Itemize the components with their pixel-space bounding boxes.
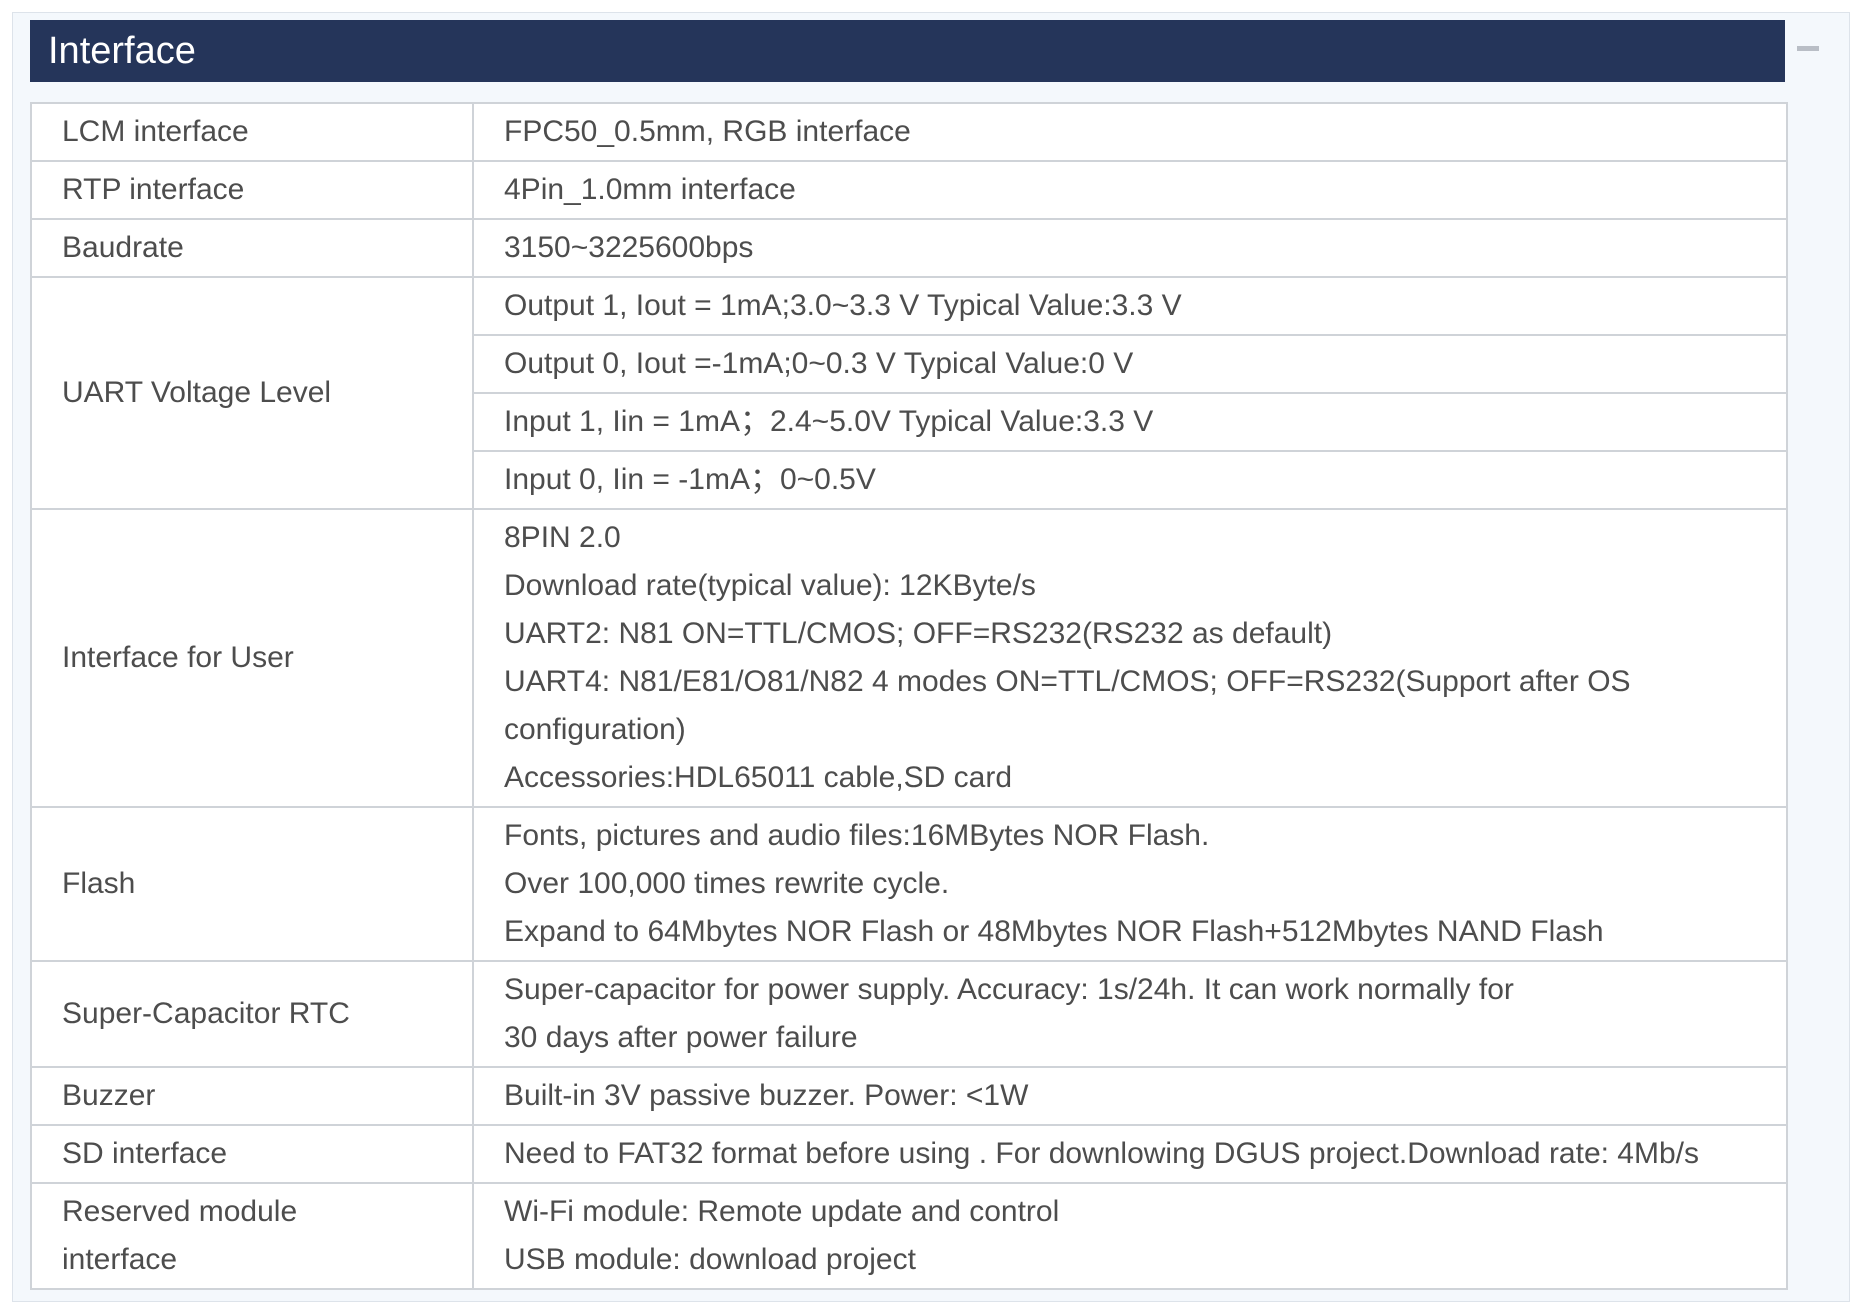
row-value: Wi-Fi module: Remote update and control … (472, 1182, 1788, 1290)
value-line: 8PIN 2.0 (504, 521, 621, 554)
table-row-buzzer: Buzzer Built-in 3V passive buzzer. Power… (30, 1066, 1788, 1126)
section-title: Interface (48, 30, 196, 72)
row-value: Input 0, Iin = -1mA；0~0.5V (472, 450, 1788, 510)
table-row-uart-voltage: UART Voltage Level Output 1, Iout = 1mA;… (30, 276, 1788, 510)
value-line: Wi-Fi module: Remote update and control (504, 1195, 1060, 1228)
table-row-lcm: LCM interface FPC50_0.5mm, RGB interface (30, 102, 1788, 162)
row-value: Fonts, pictures and audio files:16MBytes… (472, 806, 1788, 962)
value-line: Fonts, pictures and audio files:16MBytes… (504, 819, 1210, 852)
row-value: Output 1, Iout = 1mA;3.0~3.3 V Typical V… (472, 276, 1788, 336)
value-line: Super-capacitor for power supply. Accura… (504, 973, 1514, 1054)
label-line: Reserved module interface (62, 1195, 298, 1276)
row-label: UART Voltage Level (30, 276, 474, 510)
section-header: Interface (30, 20, 1785, 82)
row-value: Super-capacitor for power supply. Accura… (472, 960, 1788, 1068)
table-row-rtp: RTP interface 4Pin_1.0mm interface (30, 160, 1788, 220)
row-value: 8PIN 2.0 Download rate(typical value): 1… (472, 508, 1788, 808)
value-line: Accessories:HDL65011 cable,SD card (504, 761, 1013, 794)
table-row-reserved: Reserved module interface Wi-Fi module: … (30, 1182, 1788, 1290)
value-line: UART2: N81 ON=TTL/CMOS; OFF=RS232(RS232 … (504, 617, 1333, 650)
table-row-rtc: Super-Capacitor RTC Super-capacitor for … (30, 960, 1788, 1068)
minus-icon[interactable] (1797, 46, 1819, 51)
value-line: Over 100,000 times rewrite cycle. (504, 867, 950, 900)
row-value: Output 0, Iout =-1mA;0~0.3 V Typical Val… (472, 334, 1788, 394)
value-line: Expand to 64Mbytes NOR Flash or 48Mbytes… (504, 915, 1604, 948)
row-label: RTP interface (30, 160, 474, 220)
row-value: 3150~3225600bps (472, 218, 1788, 278)
row-label: Interface for User (30, 508, 474, 808)
row-value: FPC50_0.5mm, RGB interface (472, 102, 1788, 162)
table-row-sd: SD interface Need to FAT32 format before… (30, 1124, 1788, 1184)
row-label: Reserved module interface (30, 1182, 474, 1290)
table-row-baudrate: Baudrate 3150~3225600bps (30, 218, 1788, 278)
row-label: Buzzer (30, 1066, 474, 1126)
row-label: SD interface (30, 1124, 474, 1184)
value-line: Download rate(typical value): 12KByte/s (504, 569, 1036, 602)
row-value: Built-in 3V passive buzzer. Power: <1W (472, 1066, 1788, 1126)
row-label: Baudrate (30, 218, 474, 278)
row-value: Need to FAT32 format before using . For … (472, 1124, 1788, 1184)
row-value: 4Pin_1.0mm interface (472, 160, 1788, 220)
spec-table: LCM interface FPC50_0.5mm, RGB interface… (30, 102, 1788, 1290)
table-row-user-interface: Interface for User 8PIN 2.0 Download rat… (30, 508, 1788, 808)
row-label: Super-Capacitor RTC (30, 960, 474, 1068)
row-value: Input 1, Iin = 1mA；2.4~5.0V Typical Valu… (472, 392, 1788, 452)
row-label: LCM interface (30, 102, 474, 162)
table-row-flash: Flash Fonts, pictures and audio files:16… (30, 806, 1788, 962)
value-line: UART4: N81/E81/O81/N82 4 modes ON=TTL/CM… (504, 665, 1631, 746)
value-line: USB module: download project (504, 1243, 916, 1276)
row-label: Flash (30, 806, 474, 962)
